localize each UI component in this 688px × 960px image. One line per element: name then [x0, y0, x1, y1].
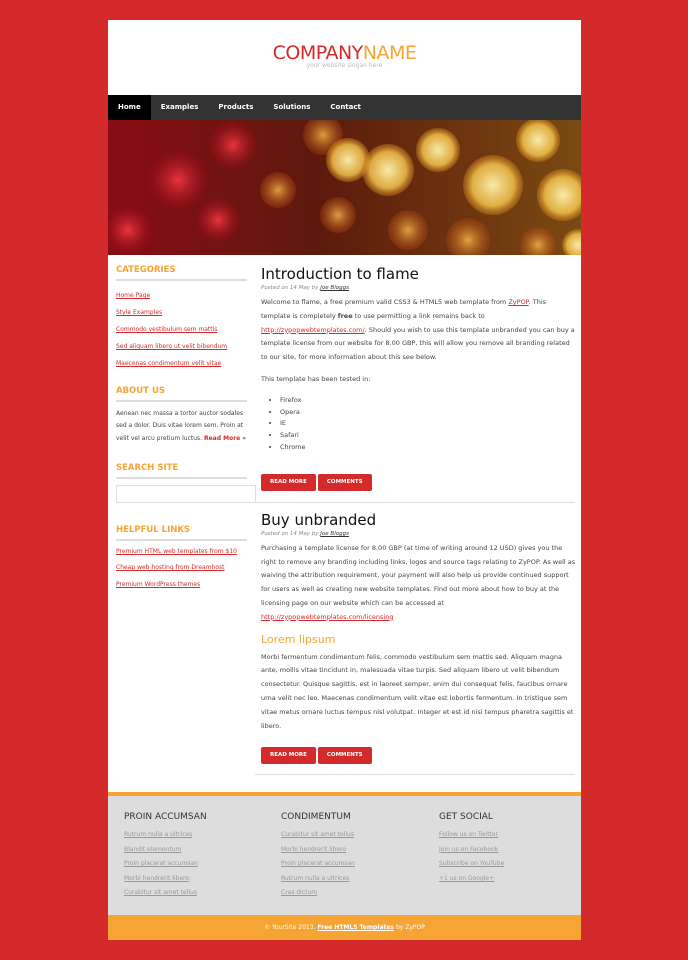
post-title[interactable]: Buy unbranded	[261, 511, 577, 529]
footer-link[interactable]: Morbi hendrerit libero	[281, 843, 431, 858]
helpful-link[interactable]: Cheap web hosting from Dreamhost	[116, 559, 247, 576]
site-slogan: your website slogan here	[306, 62, 383, 69]
youtube-link[interactable]: Subscribe on YouTube	[439, 857, 589, 872]
post-meta: Posted on 14 May by Joe Bloggs	[261, 531, 577, 537]
author-link[interactable]: Joe Bloggs	[320, 531, 349, 537]
category-link[interactable]: Sed aliquam libero ut velit bibendum	[116, 338, 247, 355]
post-title[interactable]: Introduction to flame	[261, 265, 577, 283]
post-actions: READ MORE COMMENTS	[261, 741, 577, 765]
helpful-links-heading: HELPFUL LINKS	[116, 525, 247, 541]
read-more-button[interactable]: READ MORE	[261, 473, 316, 491]
category-link[interactable]: Commodo vestibulum sem mattis	[116, 321, 247, 338]
list-item: Chrome	[280, 442, 577, 454]
site-header: COMPANYNAME your website slogan here	[108, 20, 581, 95]
footer-link[interactable]: Blandit elementum	[124, 843, 274, 858]
list-item: IE	[280, 418, 577, 430]
text-span: Purchasing a template license for 8.00 G…	[261, 543, 576, 607]
templates-link[interactable]: Free HTML5 Templates	[317, 924, 394, 931]
logo-part2: NAME	[362, 42, 417, 64]
bokeh-banner-image	[108, 120, 581, 255]
post-paragraph: Purchasing a template license for 8.00 G…	[261, 542, 577, 625]
search-input[interactable]	[116, 484, 256, 503]
category-link[interactable]: Maecenas condimentum velit vitae	[116, 355, 247, 372]
search-heading: SEARCH SITE	[116, 463, 247, 479]
bold-text: free	[337, 311, 353, 320]
post-divider	[255, 774, 575, 776]
post-actions: READ MORE COMMENTS	[261, 468, 577, 491]
post-divider	[255, 501, 575, 503]
category-link[interactable]: Style Examples	[116, 304, 247, 321]
post-paragraph: Welcome to flame, a free premium valid C…	[261, 296, 577, 365]
footer-link[interactable]: Proin placerat accumsan	[281, 857, 431, 872]
footer-heading: PROIN ACCUMSAN	[124, 812, 207, 822]
nav-solutions[interactable]: Solutions	[263, 95, 320, 120]
footer-link[interactable]: Rutrum nulla a ultrices	[281, 872, 431, 887]
page-container: COMPANYNAME your website slogan here Hom…	[108, 20, 581, 940]
category-link[interactable]: Home Page	[116, 287, 247, 304]
facebook-link[interactable]: Join us on Facebook	[439, 843, 589, 858]
footer-column: CONDIMENTUM Curabitur sit amet tellus Mo…	[281, 812, 431, 901]
list-item: Safari	[280, 430, 577, 442]
footer-link[interactable]: Cras dictum	[281, 886, 431, 901]
post-date: Posted on 14 May by	[261, 285, 319, 291]
subheading: Lorem lipsum	[261, 632, 336, 646]
post-date: Posted on 14 May by	[261, 530, 319, 537]
helpful-link[interactable]: Premium HTML web templates from $10	[116, 547, 247, 557]
copyright-bar: © YourSite 2013. Free HTML5 Templates by…	[108, 915, 581, 940]
google-plus-link[interactable]: +1 us on Google+	[439, 872, 589, 887]
logo-part1: COMPANY	[272, 42, 364, 64]
post-paragraph: This template has been tested in:	[261, 374, 371, 383]
footer-link[interactable]: Curabitur sit amet tellus	[124, 886, 274, 901]
footer-heading: CONDIMENTUM	[281, 812, 351, 822]
footer-link[interactable]: Rutrum nulla a ultrices	[124, 828, 274, 843]
text-span: to use permitting a link remains back to	[354, 311, 485, 320]
zypop-url-link[interactable]: http://zypopwebtemplates.com/	[261, 326, 365, 334]
browser-list: Firefox Opera IE Safari Chrome	[261, 395, 577, 454]
footer-link[interactable]: Curabitur sit amet tellus	[281, 828, 431, 843]
footer-column: PROIN ACCUMSAN Rutrum nulla a ultrices B…	[124, 812, 274, 901]
footer-heading: GET SOCIAL	[439, 812, 493, 822]
nav-home[interactable]: Home	[108, 95, 151, 120]
zypop-link[interactable]: ZyPOP	[508, 298, 528, 306]
copyright-text: © YourSite 2013.	[264, 924, 316, 931]
list-item: Opera	[280, 407, 577, 419]
nav-products[interactable]: Products	[208, 95, 263, 120]
footer-link[interactable]: Proin placerat accumsan	[124, 857, 274, 872]
read-more-button[interactable]: READ MORE	[261, 747, 316, 765]
post-meta: Posted on 14 May by Joe Bloggs	[261, 285, 577, 291]
categories-heading: CATEGORIES	[116, 265, 247, 281]
author-link[interactable]: Joe Bloggs	[320, 285, 349, 291]
licensing-link[interactable]: http://zypopwebtemplates.com/licensing	[261, 613, 393, 621]
site-footer: PROIN ACCUMSAN Rutrum nulla a ultrices B…	[108, 796, 581, 915]
about-heading: ABOUT US	[116, 386, 247, 402]
nav-examples[interactable]: Examples	[151, 95, 209, 120]
post-paragraph: Morbi fermentum condimentum felis, commo…	[261, 652, 574, 730]
text-span: Welcome to flame, a free premium valid C…	[261, 298, 507, 306]
list-item: Firefox	[280, 395, 577, 407]
helpful-link[interactable]: Premium WordPress themes	[116, 576, 247, 593]
comments-button[interactable]: COMMENTS	[317, 473, 372, 491]
site-logo[interactable]: COMPANYNAME	[108, 42, 581, 64]
copyright-text: by ZyPOP	[395, 924, 425, 931]
footer-link[interactable]: Morbi hendrerit libero	[124, 872, 274, 887]
main-content: Introduction to flame Posted on 14 May b…	[255, 265, 577, 783]
twitter-link[interactable]: Follow us on Twitter	[439, 828, 589, 843]
nav-contact[interactable]: Contact	[320, 95, 371, 120]
footer-column: GET SOCIAL Follow us on Twitter Join us …	[439, 812, 589, 886]
sidebar: CATEGORIES Home Page Style Examples Comm…	[116, 265, 256, 593]
comments-button[interactable]: COMMENTS	[317, 747, 372, 765]
about-text: Aenean nec massa a tortor auctor sodales…	[116, 408, 247, 445]
main-nav: Home Examples Products Solutions Contact	[108, 95, 581, 120]
about-read-more-link[interactable]: Read More »	[204, 435, 246, 442]
